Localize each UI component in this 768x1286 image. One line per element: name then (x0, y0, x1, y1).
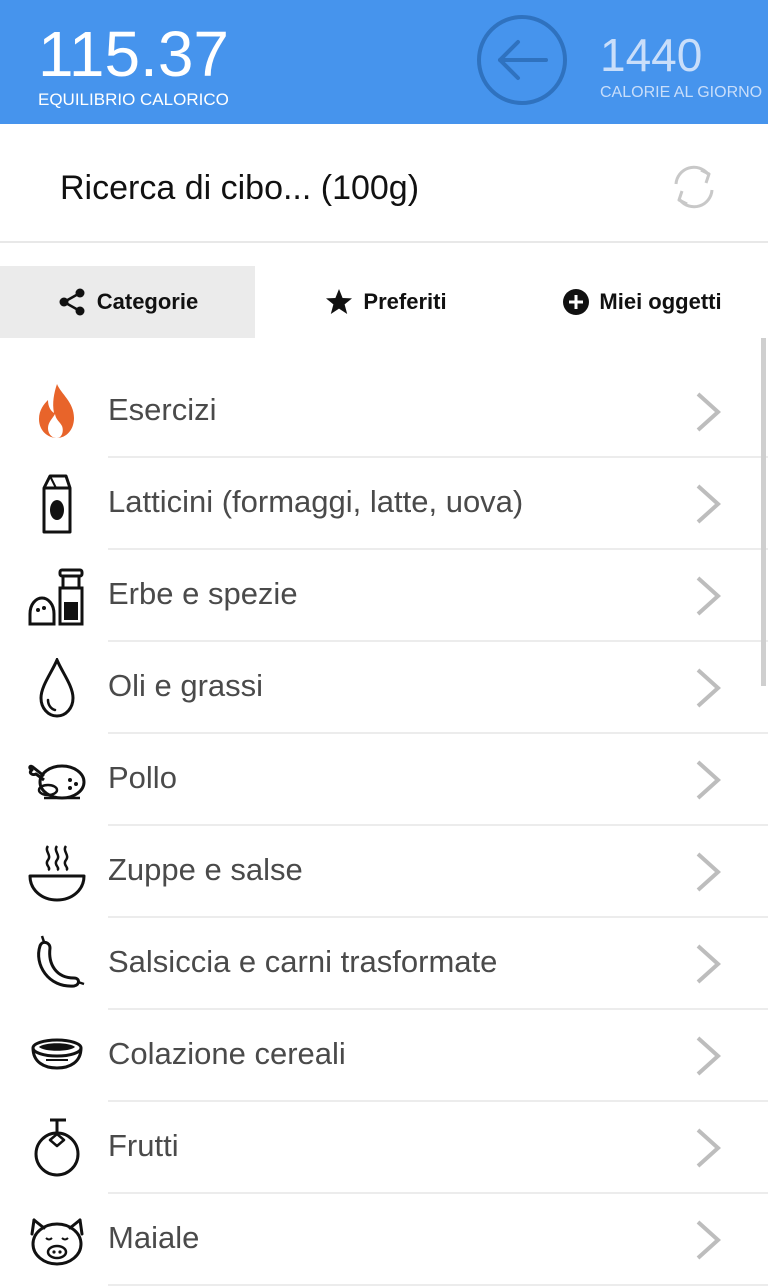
chevron-right-icon (696, 944, 721, 984)
back-button[interactable] (476, 14, 568, 106)
list-item-label: Maiale (108, 1220, 200, 1255)
tab-categorie[interactable]: Categorie (0, 266, 255, 338)
chevron-right-icon (696, 484, 721, 524)
oil-drop-icon (39, 658, 75, 718)
chevron-right-icon (696, 1036, 721, 1076)
sausage-icon (37, 935, 85, 988)
list-item-label: Colazione cereali (108, 1036, 346, 1071)
daily-calories-label: CALORIE AL GIORNO (600, 84, 763, 101)
list-item-label: Oli e grassi (108, 668, 264, 703)
chevron-right-icon (696, 1128, 721, 1168)
list-item[interactable]: Latticini (formaggi, latte, uova) (0, 458, 768, 550)
tab-miei-oggetti-label: Miei oggetti (599, 289, 722, 314)
chevron-right-icon (696, 852, 721, 892)
tab-preferiti[interactable]: Preferiti (255, 266, 517, 338)
spice-grinder-icon (28, 568, 84, 626)
star-icon (326, 289, 353, 314)
chevron-right-icon (696, 668, 721, 708)
plus-circle-icon (563, 289, 590, 315)
list-item[interactable]: Esercizi (0, 366, 768, 458)
list-item[interactable]: Frutti (0, 1102, 768, 1194)
list-item[interactable]: Maiale (0, 1194, 768, 1286)
list-item-label: Esercizi (108, 392, 217, 427)
list-item-label: Pollo (108, 760, 177, 795)
list-scrollbar[interactable] (761, 338, 766, 686)
list-item[interactable]: Erbe e spezie (0, 550, 768, 642)
list-item[interactable]: Zuppe e salse (0, 826, 768, 918)
tab-preferiti-label: Preferiti (363, 289, 447, 314)
food-search-field[interactable]: Ricerca di cibo... (100g) (60, 168, 419, 208)
fruit-icon (34, 1118, 80, 1177)
refresh-icon (674, 165, 714, 209)
list-item-label: Salsiccia e carni trasformate (108, 944, 498, 979)
share-icon (59, 288, 85, 316)
tab-miei-oggetti[interactable]: Miei oggetti (517, 266, 768, 338)
calorie-balance-value: 115.37 (38, 18, 229, 90)
calorie-balance-label: EQUILIBRIO CALORICO (38, 90, 229, 109)
cereal-bowl-icon (31, 1038, 83, 1070)
list-item[interactable]: Pollo (0, 734, 768, 826)
flame-icon (39, 384, 74, 438)
tab-categorie-label: Categorie (96, 289, 199, 314)
chevron-right-icon (696, 392, 721, 432)
header-bar: 115.37 EQUILIBRIO CALORICO 1440 CALORIE … (0, 0, 768, 124)
list-item[interactable]: Colazione cereali (0, 1010, 768, 1102)
refresh-button[interactable] (668, 160, 720, 214)
list-item-label: Latticini (formaggi, latte, uova) (108, 484, 524, 519)
list-item[interactable]: Salsiccia e carni trasformate (0, 918, 768, 1010)
roast-chicken-icon (28, 764, 86, 800)
list-item-label: Erbe e spezie (108, 576, 298, 611)
list-item[interactable]: Oli e grassi (0, 642, 768, 734)
list-item-label: Frutti (108, 1128, 179, 1163)
pig-icon (30, 1218, 84, 1266)
category-list: Esercizi Latticini (formaggi, latte, uov… (0, 366, 768, 1286)
milk-carton-icon (42, 474, 72, 534)
arrow-left-circle-icon (477, 15, 567, 105)
daily-calories-value: 1440 (600, 29, 703, 81)
category-tabs: Categorie Preferiti Miei oggetti (0, 266, 768, 338)
soup-bowl-icon (28, 845, 86, 902)
list-item-label: Zuppe e salse (108, 852, 303, 887)
chevron-right-icon (696, 760, 721, 800)
food-search-row[interactable]: Ricerca di cibo... (100g) (0, 124, 768, 243)
chevron-right-icon (696, 1220, 721, 1260)
chevron-right-icon (696, 576, 721, 616)
